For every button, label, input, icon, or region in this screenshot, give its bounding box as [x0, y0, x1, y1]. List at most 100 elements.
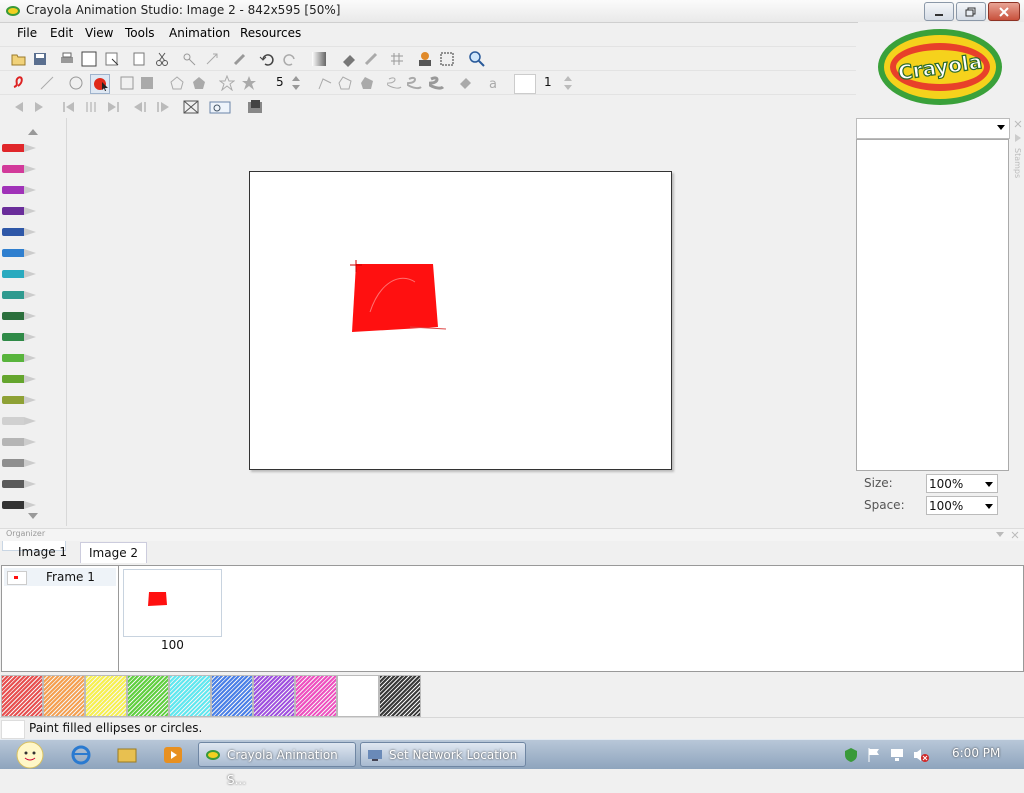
crayon-swatch[interactable] [2, 268, 38, 280]
color-swatch[interactable] [337, 675, 379, 717]
crayon-swatch[interactable] [2, 142, 38, 154]
filled-star-icon[interactable] [240, 74, 258, 92]
filled-ellipse-icon[interactable] [90, 74, 110, 94]
crayon-swatch[interactable] [2, 478, 38, 490]
crayon-swatch[interactable] [2, 415, 38, 427]
crayon-swatch[interactable] [2, 310, 38, 322]
squiggle-filled-icon[interactable] [428, 74, 446, 92]
collapse-icon[interactable] [1015, 134, 1021, 142]
task-crayola[interactable]: Crayola Animation S... [198, 742, 356, 787]
squiggle-outline-icon[interactable] [406, 74, 424, 92]
tray-security-icon[interactable] [843, 747, 859, 766]
minimize-button[interactable] [924, 2, 954, 21]
crayon-swatch[interactable] [2, 331, 38, 343]
curve-filled-icon[interactable] [358, 74, 376, 92]
stretch-icon[interactable] [203, 50, 221, 68]
tray-network-icon[interactable] [889, 747, 905, 766]
color-swatch[interactable] [169, 675, 211, 717]
close-button[interactable] [988, 2, 1020, 21]
rectangle-outline-icon[interactable] [118, 74, 136, 92]
task-network[interactable]: Set Network Location [360, 742, 526, 767]
brush-size-spinner[interactable] [290, 74, 302, 92]
crayon-swatch[interactable] [2, 499, 38, 511]
color-swatch[interactable] [127, 675, 169, 717]
camera-icon[interactable] [246, 98, 264, 116]
menu-file[interactable]: File [17, 26, 37, 40]
color-swatch[interactable] [253, 675, 295, 717]
close-icon[interactable] [1014, 120, 1022, 128]
first-frame-icon[interactable] [60, 98, 78, 116]
filled-polygon-icon[interactable] [190, 74, 208, 92]
tab-image-2[interactable]: Image 2 [80, 542, 148, 563]
crayon-swatch[interactable] [2, 184, 38, 196]
color-swatch[interactable] [85, 675, 127, 717]
opacity-swatch[interactable] [514, 74, 536, 94]
next-frame-icon[interactable] [30, 98, 48, 116]
menu-view[interactable]: View [85, 26, 113, 40]
crayon-swatch[interactable] [2, 457, 38, 469]
cut-icon[interactable] [153, 50, 171, 68]
copy-icon[interactable] [180, 50, 198, 68]
restore-button[interactable] [956, 2, 986, 21]
text-tool-icon[interactable]: a [486, 74, 504, 92]
color-swatch[interactable] [43, 675, 85, 717]
squiggle-icon[interactable] [386, 74, 404, 92]
paste-icon[interactable] [130, 50, 148, 68]
tray-volume-muted-icon[interactable] [912, 747, 930, 766]
color-swatch[interactable] [1, 675, 43, 717]
color-swatch[interactable] [211, 675, 253, 717]
file-explorer-icon[interactable] [116, 744, 138, 769]
crayon-swatch[interactable] [2, 394, 38, 406]
internet-explorer-icon[interactable] [70, 744, 92, 769]
fill-bucket-icon[interactable] [456, 74, 474, 92]
last-frame-icon[interactable] [104, 98, 122, 116]
color-swatch[interactable] [295, 675, 337, 717]
grid-icon[interactable] [388, 50, 406, 68]
crayon-swatch[interactable] [2, 163, 38, 175]
menu-edit[interactable]: Edit [50, 26, 73, 40]
start-button[interactable] [8, 740, 48, 769]
stamp-icon[interactable] [416, 50, 434, 68]
crayon-swatch[interactable] [2, 205, 38, 217]
select-page-icon[interactable] [103, 50, 121, 68]
select-area-icon[interactable] [438, 50, 456, 68]
delete-frame-icon[interactable] [182, 98, 200, 116]
ellipse-outline-icon[interactable] [67, 74, 85, 92]
crayon-swatch[interactable] [2, 226, 38, 238]
redo-icon[interactable] [281, 50, 299, 68]
media-player-icon[interactable] [162, 744, 184, 769]
eyedropper-icon[interactable] [231, 50, 249, 68]
crayon-swatch[interactable] [2, 436, 38, 448]
chevron-down-icon[interactable] [996, 532, 1004, 538]
open-icon[interactable] [10, 50, 28, 68]
stamp-list[interactable] [856, 139, 1009, 471]
crayon-swatch[interactable] [2, 289, 38, 301]
frame-thumbnail[interactable] [123, 569, 222, 637]
filled-rectangle-icon[interactable] [138, 74, 156, 92]
line-icon[interactable] [38, 74, 56, 92]
palette-scroll-down-icon[interactable] [27, 512, 39, 520]
space-field[interactable]: 100% [926, 496, 998, 515]
palette-scroll-up-icon[interactable] [27, 128, 39, 136]
menu-animation[interactable]: Animation [169, 26, 230, 40]
tray-flag-icon[interactable] [866, 747, 882, 766]
menu-resources[interactable]: Resources [240, 26, 301, 40]
crayon-tool-icon[interactable] [362, 50, 380, 68]
tab-image-1[interactable]: Image 1 [10, 542, 75, 562]
star-outline-icon[interactable] [218, 74, 236, 92]
play-icon[interactable] [82, 98, 100, 116]
move-forward-icon[interactable] [154, 98, 172, 116]
crayon-swatch[interactable] [2, 247, 38, 259]
eraser-icon[interactable] [340, 50, 358, 68]
previous-frame-icon[interactable] [10, 98, 28, 116]
color-swatch[interactable] [379, 675, 421, 717]
close-icon[interactable] [1011, 531, 1019, 539]
zoom-icon[interactable] [468, 50, 486, 68]
polygon-outline-icon[interactable] [168, 74, 186, 92]
save-icon[interactable] [31, 50, 49, 68]
stamp-category-select[interactable] [856, 118, 1010, 139]
new-page-icon[interactable] [80, 50, 98, 68]
menu-tools[interactable]: Tools [125, 26, 155, 40]
gradient-icon[interactable] [310, 50, 328, 68]
freehand-icon[interactable] [10, 74, 28, 92]
